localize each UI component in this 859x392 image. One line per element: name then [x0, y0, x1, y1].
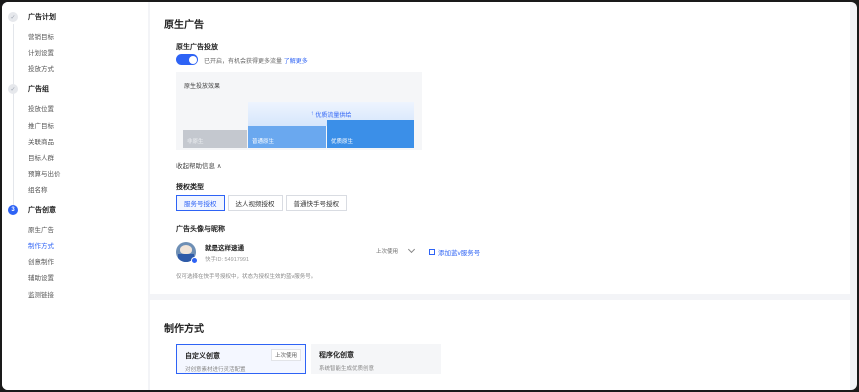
collapse-help-button[interactable]: 收起帮助信息 ∧	[176, 160, 222, 170]
auth-type-label: 授权类型	[176, 184, 204, 191]
toggle-description: 已开启，有机会获得更多流量	[204, 59, 283, 65]
method-title: 程序化创意	[319, 352, 354, 359]
sidebar-item-native-ad[interactable]: 原生广告	[28, 224, 54, 234]
section-title-production: 制作方式	[164, 324, 204, 335]
last-used-tag: 上次使用	[376, 249, 399, 255]
account-tip: 仅可选择在快手号授权中，状态为授权生效的蓝v服务号。	[176, 274, 317, 280]
check-icon: ✓	[8, 12, 18, 22]
sidebar-group-label: 广告创意	[28, 207, 56, 214]
native-effect-chart: 原生投放效果 ↑ 优质流量供给 非原生 普通原生 优质原生	[176, 72, 422, 150]
sidebar-item-group-name[interactable]: 组名称	[28, 184, 48, 194]
sidebar-item-promotion-goal[interactable]: 推广目标	[28, 120, 54, 130]
quality-traffic-label: 优质流量供给	[315, 112, 352, 119]
add-link-label: 添加蓝v服务号	[438, 250, 481, 257]
step-number-badge: 3	[8, 205, 18, 215]
sidebar-item-linked-products[interactable]: 关联商品	[28, 136, 54, 146]
sidebar-group-ad-group[interactable]: ✓ 广告组	[8, 84, 49, 94]
method-option-custom[interactable]: 自定义创意 对创意素材进行灵活配置 上次使用	[176, 344, 306, 374]
account-id: 快手ID: 54917991	[205, 256, 250, 263]
sidebar-item-plan-settings[interactable]: 计划设置	[28, 47, 54, 57]
tab-service-account-auth[interactable]: 服务号授权	[176, 195, 225, 211]
toggle-status-text: 已开启，有机会获得更多流量 了解更多	[204, 56, 308, 65]
app-frame: ✓ 广告计划 营销目标 计划设置 投放方式 ✓ 广告组 投放位置 推广目标 关联…	[2, 2, 857, 390]
native-delivery-toggle[interactable]	[176, 54, 198, 65]
native-delivery-label: 原生广告投放	[176, 44, 218, 51]
sidebar-item-production-method[interactable]: 制作方式	[28, 240, 54, 250]
sidebar-item-budget-bid[interactable]: 预算与出价	[28, 168, 61, 178]
sidebar-group-label: 广告组	[28, 86, 49, 93]
tab-creator-video-auth[interactable]: 达人视频授权	[227, 195, 283, 211]
tab-kuaishou-account-auth[interactable]: 普通快手号授权	[285, 195, 347, 211]
last-used-badge: 上次使用	[270, 349, 301, 361]
learn-more-link[interactable]: 了解更多	[284, 59, 308, 65]
account-select[interactable]: 就是这样速通 快手ID: 54917991 上次使用	[176, 237, 422, 267]
sidebar-group-label: 广告计划	[28, 14, 56, 21]
sidebar-item-monitoring-links[interactable]: 监测链接	[28, 289, 54, 299]
effect-chart-title: 原生投放效果	[184, 84, 221, 90]
sidebar-group-ad-plan[interactable]: ✓ 广告计划	[8, 12, 56, 22]
section-title-native-ad: 原生广告	[164, 20, 204, 31]
method-description: 对创意素材进行灵活配置	[185, 367, 246, 373]
sidebar-item-placement[interactable]: 投放位置	[28, 103, 54, 113]
add-blue-v-account-link[interactable]: 添加蓝v服务号	[429, 247, 480, 257]
sidebar-item-marketing-goal[interactable]: 营销目标	[28, 31, 54, 41]
sidebar-item-target-audience[interactable]: 目标人群	[28, 152, 54, 162]
production-method-card: 制作方式 自定义创意 对创意素材进行灵活配置 上次使用 程序化创意 系统智能生成…	[150, 300, 850, 390]
effect-bar-premium-native: 优质原生	[327, 120, 414, 148]
sidebar-item-auxiliary-settings[interactable]: 辅助设置	[28, 272, 54, 282]
effect-bar-non-native: 非原生	[183, 130, 247, 148]
sidebar-group-ad-creative[interactable]: 3 广告创意	[8, 205, 56, 215]
native-ad-card: 原生广告 原生广告投放 已开启，有机会获得更多流量 了解更多 原生投放效果 ↑ …	[150, 2, 850, 294]
avatar-nickname-label: 广告头像与昵称	[176, 226, 225, 233]
sidebar-item-delivery-method[interactable]: 投放方式	[28, 63, 54, 73]
effect-bar-normal-native: 普通原生	[248, 126, 326, 148]
verified-badge-icon	[191, 257, 198, 264]
sidebar: ✓ 广告计划 营销目标 计划设置 投放方式 ✓ 广告组 投放位置 推广目标 关联…	[2, 2, 148, 390]
auth-type-tabs: 服务号授权 达人视频授权 普通快手号授权	[176, 195, 350, 211]
method-description: 系统智能生成优质创意	[319, 366, 375, 372]
sidebar-item-creative-production[interactable]: 创意制作	[28, 256, 54, 266]
account-name: 就是这样速通	[205, 244, 244, 252]
method-option-programmatic[interactable]: 程序化创意 系统智能生成优质创意	[311, 344, 441, 374]
external-link-icon	[429, 249, 435, 255]
sidebar-step-line	[13, 24, 14, 214]
chevron-down-icon[interactable]	[407, 245, 416, 254]
check-icon: ✓	[8, 84, 18, 94]
